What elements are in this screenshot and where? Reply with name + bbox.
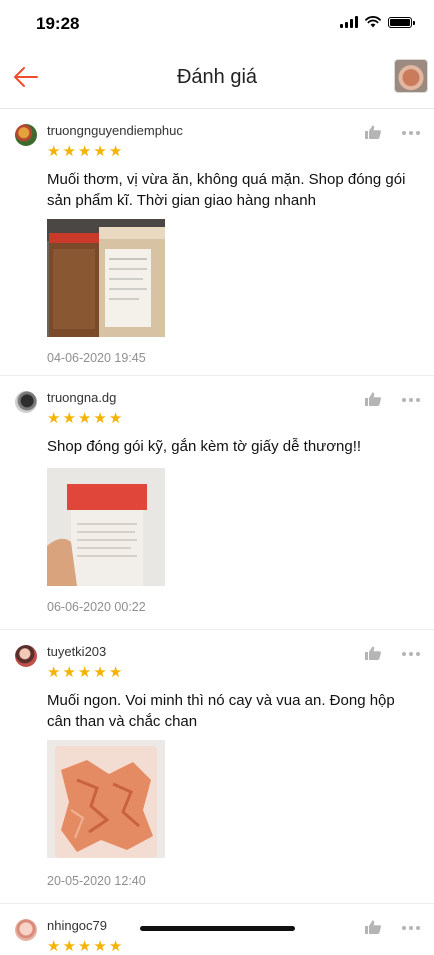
star-rating: ★ ★ ★ ★ ★ [47,144,122,159]
star-rating: ★ ★ ★ ★ ★ [47,665,122,680]
star-icon: ★ [77,664,92,681]
star-icon: ★ [47,938,61,955]
nav-bar: Đánh giá [0,46,434,109]
star-rating: ★ ★ ★ ★ ★ [47,939,122,954]
wrapped-jar-photo [47,468,165,586]
thumbs-up-icon[interactable] [364,919,382,935]
review-comment: Muối thơm, vị vừa ăn, không quá mặn. Sho… [47,171,406,209]
star-icon: ★ [93,143,107,160]
review-username: truongna.dg [47,390,117,405]
star-icon: ★ [93,664,107,681]
star-icon: ★ [108,664,123,681]
avatar[interactable] [15,919,37,941]
star-icon: ★ [77,143,92,160]
product-thumbnail[interactable] [394,59,428,93]
review-item: truongnguyendiemphuc ★ ★ ★ ★ ★ Muối thơm, vị… [0,109,434,376]
review-comment: Muối ngon. Voi minh thì nó cay và vua an… [47,692,395,730]
star-icon: ★ [108,938,123,955]
review-photo[interactable] [47,468,165,586]
review-username: nhingoc79 [47,918,107,933]
star-icon: ★ [47,143,61,160]
status-time: 19:28 [36,14,80,33]
star-icon: ★ [77,410,92,427]
review-date: 20-05-2020 12:40 [47,874,146,888]
status-icons [340,16,415,28]
wifi-icon [365,16,381,28]
star-icon: ★ [93,410,107,427]
star-icon: ★ [77,938,92,955]
review-comment: Shop đóng gói kỹ, gắn kèm tờ giấy dễ thư… [47,438,362,455]
more-options-icon[interactable] [402,926,420,930]
thumbs-up-icon[interactable] [364,645,382,661]
review-photo[interactable] [47,219,165,337]
star-icon: ★ [108,143,123,160]
page-title: Đánh giá [176,66,258,88]
avatar[interactable] [15,124,37,146]
more-options-icon[interactable] [402,398,420,402]
battery-icon [388,16,415,28]
star-icon: ★ [93,938,107,955]
review-item: truongna.dg ★ ★ ★ ★ ★ Shop đóng gói kỹ, gắn … [0,376,434,630]
star-icon: ★ [108,410,123,427]
review-item: tuyetki203 ★ ★ ★ ★ ★ Muối ngon. Voi minh thì… [0,630,434,904]
more-options-icon[interactable] [402,131,420,135]
star-rating: ★ ★ ★ ★ ★ [47,411,122,426]
signal-icon [340,16,358,28]
star-icon: ★ [62,410,76,427]
review-item: nhingoc79 ★ ★ ★ ★ ★ [0,904,434,954]
more-options-icon[interactable] [402,652,420,656]
review-username: truongnguyendiemphuc [47,123,183,138]
thumbs-up-icon[interactable] [364,124,382,140]
star-icon: ★ [62,143,76,160]
home-indicator [140,926,295,931]
avatar[interactable] [15,645,37,667]
review-photo[interactable] [47,740,165,858]
review-username: tuyetki203 [47,644,107,659]
review-date: 04-06-2020 19:45 [47,351,146,365]
salt-jars-photo [47,219,165,337]
status-bar: 19:28 [0,0,434,46]
star-icon: ★ [62,664,76,681]
star-icon: ★ [47,664,61,681]
avatar[interactable] [15,391,37,413]
star-icon: ★ [47,410,61,427]
salted-bag-photo [47,740,165,858]
review-date: 06-06-2020 00:22 [47,600,146,614]
star-icon: ★ [62,938,76,955]
thumbs-up-icon[interactable] [364,391,382,407]
